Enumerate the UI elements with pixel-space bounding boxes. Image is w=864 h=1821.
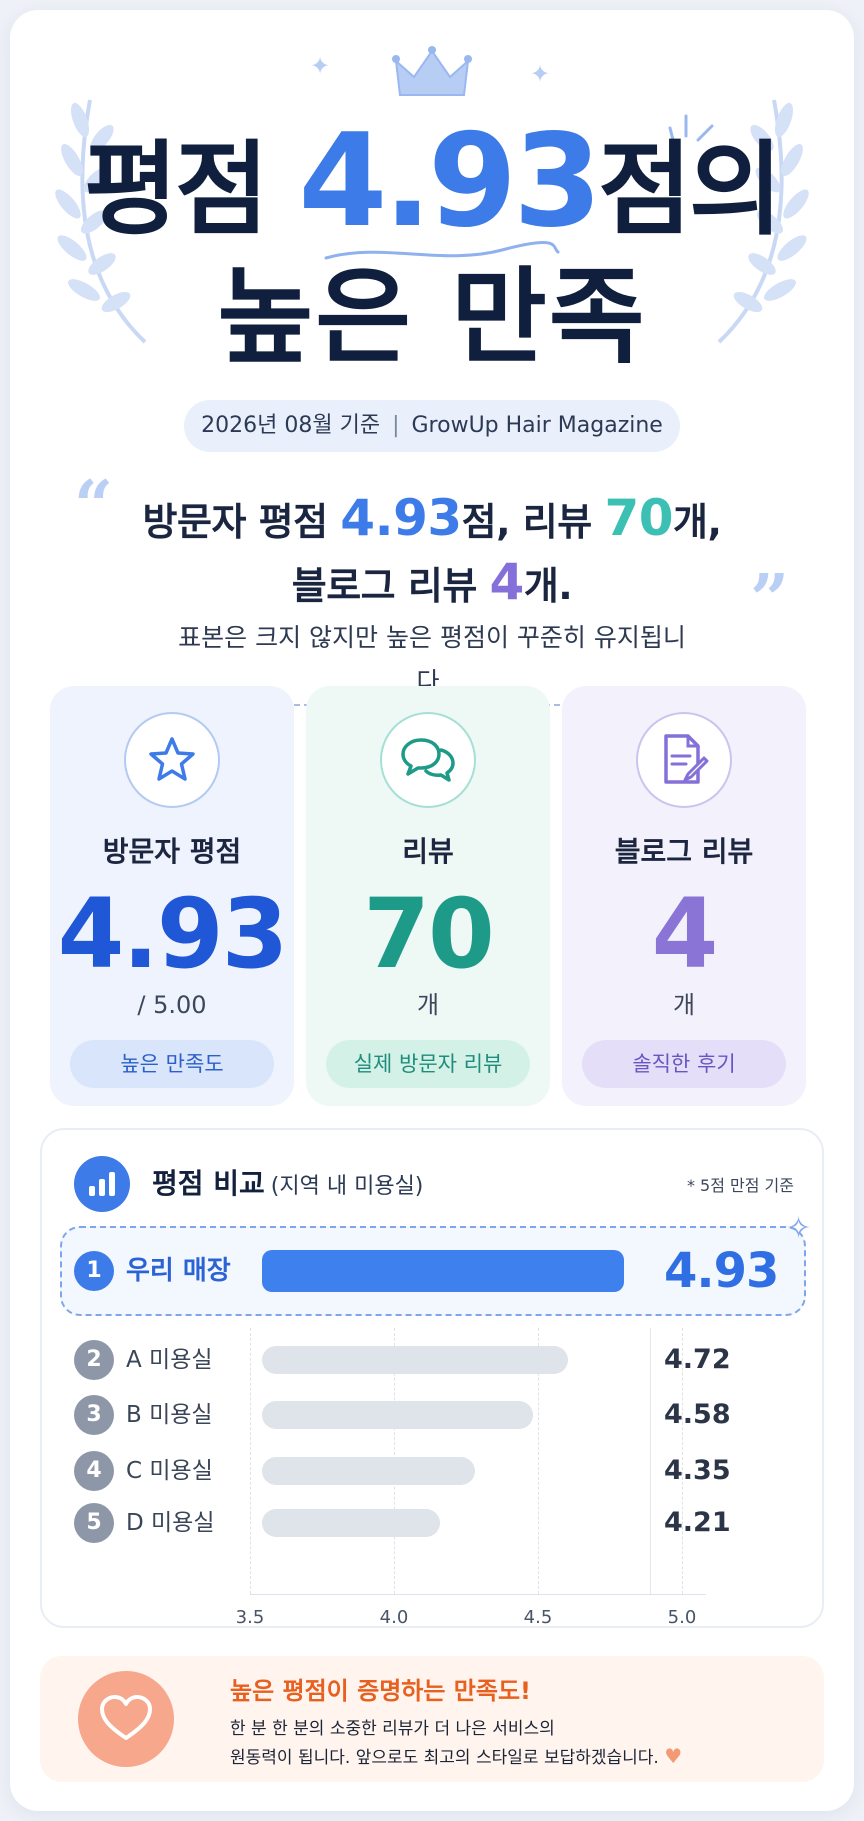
stat-card-blog-reviews: 블로그 리뷰 4 개 솔직한 후기 xyxy=(562,686,806,1106)
card-value: 70 xyxy=(363,878,495,990)
chat-bubbles-icon xyxy=(401,738,455,782)
rank-badge: 1 xyxy=(74,1251,114,1291)
rating-value: 4.72 xyxy=(664,1344,731,1375)
rating-value: 4.21 xyxy=(664,1507,731,1538)
heart-icon xyxy=(100,1695,152,1740)
title-rating-number: 4.93 xyxy=(298,107,602,256)
quote-rating: 4.93 xyxy=(340,489,462,547)
salon-name: C 미용실 xyxy=(126,1458,213,1484)
card-unit: 개 xyxy=(416,991,440,1019)
x-axis-line xyxy=(250,1594,706,1595)
hero-title-line2: 높은 만족 xyxy=(217,256,647,378)
document-edit-icon xyxy=(664,734,709,784)
infographic-page: ✦ ✦ 평점 4.93점의 높은 만족 2026년 08월 기준 | GrowUp … xyxy=(10,10,854,1811)
salon-name: 우리 매장 xyxy=(126,1256,231,1286)
quote-blog-reviews: 4 xyxy=(489,553,525,611)
rating-comparison-panel: 평점 비교 (지역 내 미용실) * 5점 만점 기준 ✧ 1 우리 매장 4.93 2… xyxy=(40,1128,824,1628)
card-label: 리뷰 xyxy=(402,835,454,868)
x-tick-label: 4.0 xyxy=(379,1607,409,1628)
quote-text-part: 개, xyxy=(673,500,722,544)
x-tick-label: 5.0 xyxy=(667,1607,697,1628)
footer-line-1: 한 분 한 분의 소중한 리뷰가 더 나은 서비스의 xyxy=(230,1719,555,1739)
stat-card-rating: 방문자 평점 4.93 / 5.00 높은 만족도 xyxy=(50,686,294,1106)
bar-chart-icon xyxy=(74,1156,130,1212)
card-value: 4.93 xyxy=(57,878,289,990)
comparison-subtitle: (지역 내 미용실) xyxy=(270,1174,424,1199)
card-unit: 개 xyxy=(672,991,696,1019)
rating-bar xyxy=(262,1346,568,1374)
salon-name: A 미용실 xyxy=(126,1347,213,1373)
footer-line-2: 원동력이 됩니다. 앞으로도 최고의 스타일로 보답하겠습니다. ♥ xyxy=(230,1743,810,1772)
rating-bar xyxy=(262,1509,440,1537)
footer-line-2-text: 원동력이 됩니다. 앞으로도 최고의 스타일로 보답하겠습니다. xyxy=(230,1748,659,1768)
star-icon xyxy=(149,737,195,781)
card-value: 4 xyxy=(651,878,719,990)
comparison-title-text: 평점 비교 xyxy=(152,1167,265,1200)
quote-line-1: 방문자 평점 4.93점, 리뷰 70개, xyxy=(10,488,854,552)
rank-badge: 5 xyxy=(74,1503,114,1543)
quote-text: 방문자 평점 4.93점, 리뷰 70개, 블로그 리뷰 4개. xyxy=(10,488,854,616)
card-badge: 높은 만족도 xyxy=(70,1040,274,1088)
title-prefix: 평점 xyxy=(84,131,269,250)
salon-name: B 미용실 xyxy=(126,1402,213,1428)
small-heart-icon: ♥ xyxy=(664,1744,683,1768)
rank-badge: 2 xyxy=(74,1340,114,1380)
value-column-divider xyxy=(650,1328,651,1594)
x-tick-label: 3.5 xyxy=(235,1607,265,1628)
date-separator: | xyxy=(392,413,400,438)
card-icon-circle xyxy=(380,712,476,808)
footer-title: 높은 평점이 증명하는 만족도! xyxy=(230,1677,531,1705)
date-source-pill: 2026년 08월 기준 | GrowUp Hair Magazine xyxy=(184,400,680,452)
rating-bar xyxy=(262,1250,624,1292)
card-unit: / 5.00 xyxy=(137,991,207,1019)
hero-section: ✦ ✦ 평점 4.93점의 높은 만족 2026년 08월 기준 | GrowUp … xyxy=(10,10,854,452)
sparkle-icon: ✦ xyxy=(530,60,551,88)
quote-text-part: 블로그 리뷰 xyxy=(291,564,490,608)
quote-text-part: 점, 리뷰 xyxy=(461,500,605,544)
footer-body: 한 분 한 분의 소중한 리뷰가 더 나은 서비스의 원동력이 됩니다. 앞으로… xyxy=(230,1716,810,1772)
grid-line xyxy=(250,1328,251,1594)
rank-badge: 4 xyxy=(74,1451,114,1491)
comparison-title: 평점 비교 (지역 내 미용실) xyxy=(152,1164,423,1207)
card-badge: 솔직한 후기 xyxy=(582,1040,786,1088)
x-tick-label: 4.5 xyxy=(523,1607,553,1628)
quote-text-part: 개. xyxy=(523,564,573,608)
heart-badge xyxy=(78,1671,174,1767)
footer-message-box: 높은 평점이 증명하는 만족도! 한 분 한 분의 소중한 리뷰가 더 나은 서… xyxy=(40,1656,824,1782)
sparkle-icon: ✧ xyxy=(786,1211,812,1246)
card-icon-circle xyxy=(636,712,732,808)
comparison-note: * 5점 만점 기준 xyxy=(686,1176,794,1195)
card-icon-circle xyxy=(124,712,220,808)
quote-text-part: 방문자 평점 xyxy=(142,500,341,544)
quote-reviews: 70 xyxy=(604,489,674,547)
title-suffix: 점의 xyxy=(598,131,783,250)
card-label: 방문자 평점 xyxy=(102,835,242,868)
salon-name: D 미용실 xyxy=(126,1510,215,1536)
rating-value: 4.58 xyxy=(664,1399,731,1430)
rating-bar xyxy=(262,1457,475,1485)
stat-card-reviews: 리뷰 70 개 실제 방문자 리뷰 xyxy=(306,686,550,1106)
sparkle-icon: ✦ xyxy=(310,52,331,80)
rating-bar xyxy=(262,1401,533,1429)
card-label: 블로그 리뷰 xyxy=(614,835,754,868)
hero-title-line1: 평점 4.93점의 xyxy=(10,118,854,251)
crown-icon xyxy=(392,46,472,96)
rating-value: 4.93 xyxy=(664,1243,779,1299)
source-label: GrowUp Hair Magazine xyxy=(411,413,663,438)
rating-value: 4.35 xyxy=(664,1455,731,1486)
card-badge: 실제 방문자 리뷰 xyxy=(326,1040,530,1088)
quote-line-2: 블로그 리뷰 4개. xyxy=(10,552,854,616)
date-label: 2026년 08월 기준 xyxy=(201,413,381,438)
rank-badge: 3 xyxy=(74,1395,114,1435)
